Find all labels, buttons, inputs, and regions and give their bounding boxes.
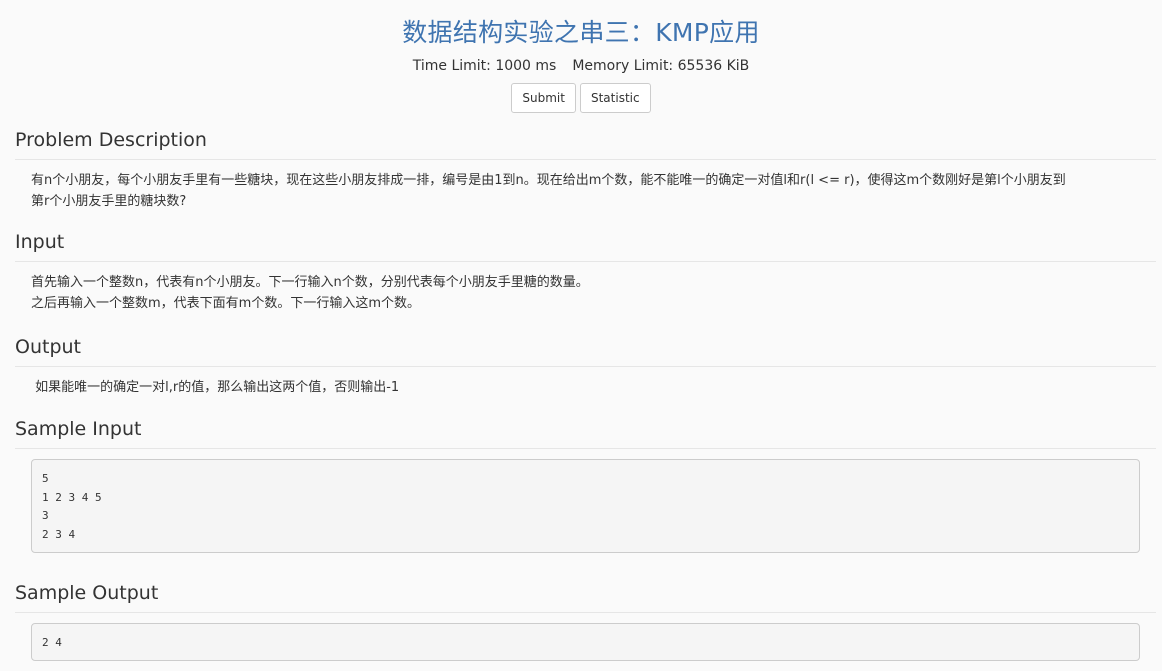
output-line: 如果能唯一的确定一对l,r的值，那么输出这两个值，否则输出-1 — [31, 380, 400, 395]
sample-input-heading: Sample Input — [15, 416, 1156, 449]
output-section: Output 如果能唯一的确定一对l,r的值，那么输出这两个值，否则输出-1 — [0, 334, 1156, 398]
input-body: 首先输入一个整数n，代表有n个小朋友。下一行输入n个数，分别代表每个小朋友手里糖… — [15, 262, 1156, 314]
action-buttons: Submit Statistic — [0, 83, 1162, 113]
output-body: 如果能唯一的确定一对l,r的值，那么输出这两个值，否则输出-1 — [15, 367, 1156, 398]
input-line: 之后再输入一个整数m，代表下面有m个数。下一行输入这m个数。 — [31, 296, 420, 311]
description-line: 有n个小朋友，每个小朋友手里有一些糖块，现在这些小朋友排成一排，编号是由1到n。… — [31, 173, 1066, 188]
problem-header: 数据结构实验之串三：KMP应用 Time Limit: 1000 ms Memor… — [0, 0, 1162, 113]
input-line: 首先输入一个整数n，代表有n个小朋友。下一行输入n个数，分别代表每个小朋友手里糖… — [31, 275, 589, 290]
time-limit: Time Limit: 1000 ms — [412, 58, 557, 74]
memory-limit: Memory Limit: 65536 KiB — [572, 58, 750, 74]
problem-description-section: Problem Description 有n个小朋友，每个小朋友手里有一些糖块，… — [0, 127, 1156, 212]
problem-title: 数据结构实验之串三：KMP应用 — [402, 18, 760, 47]
input-section: Input 首先输入一个整数n，代表有n个小朋友。下一行输入n个数，分别代表每个… — [0, 229, 1156, 314]
problem-description-body: 有n个小朋友，每个小朋友手里有一些糖块，现在这些小朋友排成一排，编号是由1到n。… — [15, 160, 1156, 212]
sample-input-section: Sample Input 5 1 2 3 4 5 3 2 3 4 — [0, 416, 1156, 553]
problem-limits: Time Limit: 1000 ms Memory Limit: 65536 K… — [0, 56, 1162, 76]
sample-output-heading: Sample Output — [15, 580, 1156, 613]
sample-output-code: 2 4 — [31, 623, 1140, 661]
output-heading: Output — [15, 334, 1156, 367]
statistic-button[interactable]: Statistic — [579, 83, 651, 113]
description-line: 第r个小朋友手里的糖块数? — [31, 194, 187, 209]
sample-input-code: 5 1 2 3 4 5 3 2 3 4 — [31, 459, 1140, 553]
sample-output-section: Sample Output 2 4 — [0, 580, 1156, 661]
problem-description-heading: Problem Description — [15, 127, 1156, 160]
problem-page: 数据结构实验之串三：KMP应用 Time Limit: 1000 ms Memor… — [0, 0, 1162, 671]
input-heading: Input — [15, 229, 1156, 262]
submit-button[interactable]: Submit — [511, 83, 576, 113]
